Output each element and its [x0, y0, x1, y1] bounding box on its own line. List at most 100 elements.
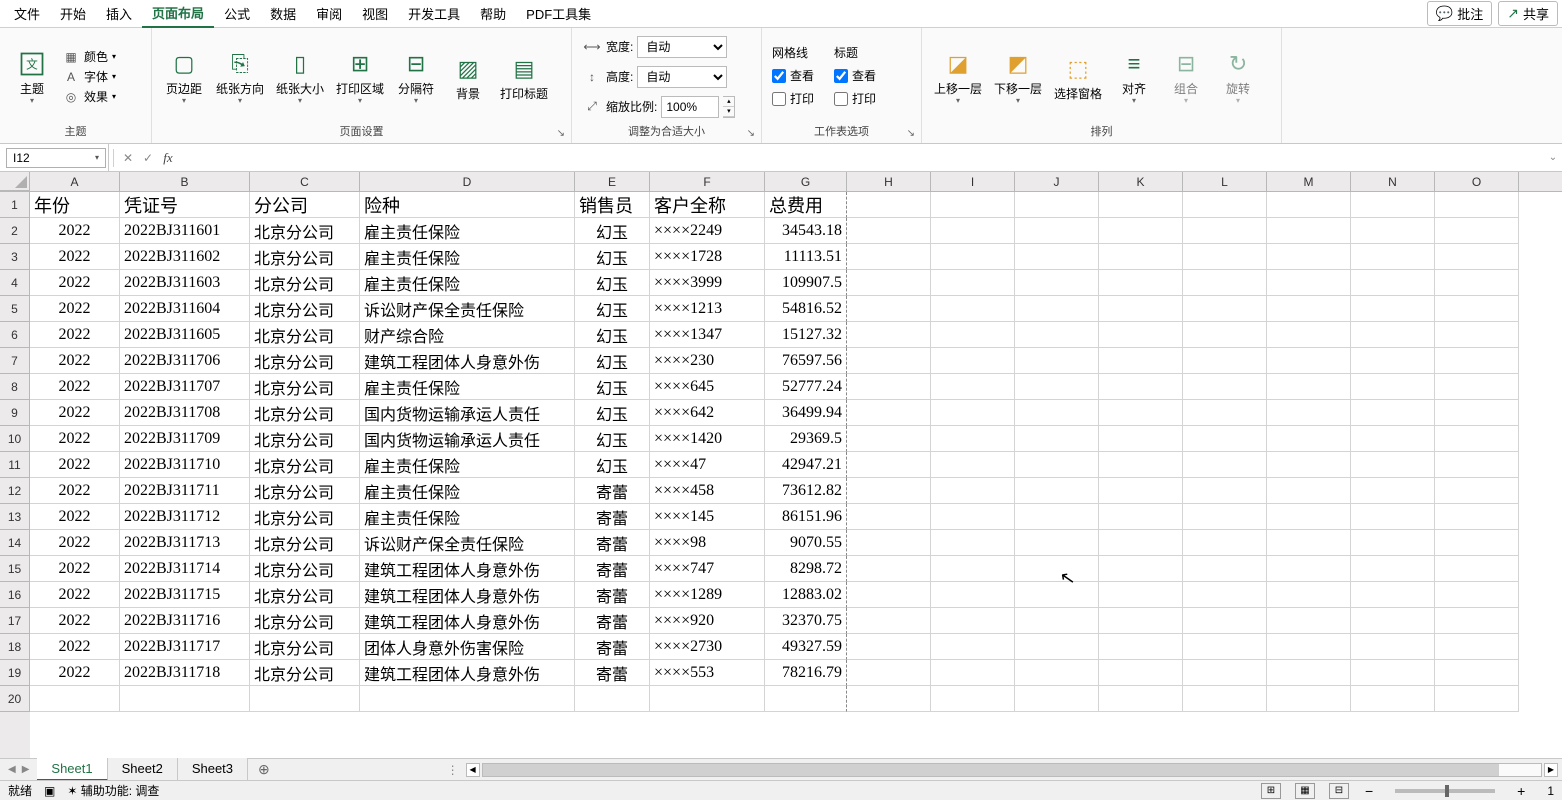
cell-A19[interactable]: 2022 — [30, 660, 120, 686]
sheet-tab-sheet2[interactable]: Sheet2 — [108, 758, 178, 781]
cell-D15[interactable]: 建筑工程团体人身意外伤 — [360, 556, 575, 582]
cell-N19[interactable] — [1351, 660, 1435, 686]
cell-N10[interactable] — [1351, 426, 1435, 452]
cell-H17[interactable] — [847, 608, 931, 634]
cell-B3[interactable]: 2022BJ311602 — [120, 244, 250, 270]
cell-M3[interactable] — [1267, 244, 1351, 270]
cell-K1[interactable] — [1099, 192, 1183, 218]
cell-L8[interactable] — [1183, 374, 1267, 400]
cell-K3[interactable] — [1099, 244, 1183, 270]
cell-O20[interactable] — [1435, 686, 1519, 712]
cell-N11[interactable] — [1351, 452, 1435, 478]
cell-C12[interactable]: 北京分公司 — [250, 478, 360, 504]
page-break-view-button[interactable]: ⊟ — [1329, 783, 1349, 799]
cell-G9[interactable]: 36499.94 — [765, 400, 847, 426]
column-header-D[interactable]: D — [360, 172, 575, 191]
cell-A10[interactable]: 2022 — [30, 426, 120, 452]
zoom-out-button[interactable]: − — [1361, 783, 1377, 799]
cell-D14[interactable]: 诉讼财产保全责任保险 — [360, 530, 575, 556]
cell-L7[interactable] — [1183, 348, 1267, 374]
menu-help[interactable]: 帮助 — [470, 0, 516, 27]
cell-D1[interactable]: 险种 — [360, 192, 575, 218]
column-header-E[interactable]: E — [575, 172, 650, 191]
cell-M20[interactable] — [1267, 686, 1351, 712]
cell-K7[interactable] — [1099, 348, 1183, 374]
cell-G16[interactable]: 12883.02 — [765, 582, 847, 608]
cell-D19[interactable]: 建筑工程团体人身意外伤 — [360, 660, 575, 686]
cell-H8[interactable] — [847, 374, 931, 400]
cell-F17[interactable]: ××××920 — [650, 608, 765, 634]
cell-G4[interactable]: 109907.5 — [765, 270, 847, 296]
print-titles-button[interactable]: ▤打印标题 — [494, 51, 554, 103]
cell-K17[interactable] — [1099, 608, 1183, 634]
cell-H9[interactable] — [847, 400, 931, 426]
fx-button[interactable]: fx — [158, 150, 178, 166]
column-header-F[interactable]: F — [650, 172, 765, 191]
cell-N2[interactable] — [1351, 218, 1435, 244]
cell-L10[interactable] — [1183, 426, 1267, 452]
cell-C11[interactable]: 北京分公司 — [250, 452, 360, 478]
cell-I5[interactable] — [931, 296, 1015, 322]
cell-C4[interactable]: 北京分公司 — [250, 270, 360, 296]
cell-E9[interactable]: 幻玉 — [575, 400, 650, 426]
cell-K9[interactable] — [1099, 400, 1183, 426]
cell-J19[interactable] — [1015, 660, 1099, 686]
cell-D3[interactable]: 雇主责任保险 — [360, 244, 575, 270]
cell-O15[interactable] — [1435, 556, 1519, 582]
row-header-12[interactable]: 12 — [0, 478, 30, 504]
cell-M18[interactable] — [1267, 634, 1351, 660]
cell-A15[interactable]: 2022 — [30, 556, 120, 582]
cell-I15[interactable] — [931, 556, 1015, 582]
cell-E1[interactable]: 销售员 — [575, 192, 650, 218]
row-header-6[interactable]: 6 — [0, 322, 30, 348]
cell-I20[interactable] — [931, 686, 1015, 712]
select-all-corner[interactable] — [0, 172, 30, 191]
cell-I12[interactable] — [931, 478, 1015, 504]
row-header-11[interactable]: 11 — [0, 452, 30, 478]
cell-M11[interactable] — [1267, 452, 1351, 478]
cell-G18[interactable]: 49327.59 — [765, 634, 847, 660]
cell-E6[interactable]: 幻玉 — [575, 322, 650, 348]
themes-button[interactable]: 文 主题▾ — [6, 46, 58, 107]
cell-D10[interactable]: 国内货物运输承运人责任 — [360, 426, 575, 452]
cell-C16[interactable]: 北京分公司 — [250, 582, 360, 608]
cell-F2[interactable]: ××××2249 — [650, 218, 765, 244]
cell-L3[interactable] — [1183, 244, 1267, 270]
cell-C7[interactable]: 北京分公司 — [250, 348, 360, 374]
cell-B6[interactable]: 2022BJ311605 — [120, 322, 250, 348]
cell-I13[interactable] — [931, 504, 1015, 530]
cell-K6[interactable] — [1099, 322, 1183, 348]
zoom-in-button[interactable]: + — [1513, 783, 1529, 799]
cell-G1[interactable]: 总费用 — [765, 192, 847, 218]
menu-formula[interactable]: 公式 — [214, 0, 260, 27]
cell-O2[interactable] — [1435, 218, 1519, 244]
cell-H3[interactable] — [847, 244, 931, 270]
cell-M15[interactable] — [1267, 556, 1351, 582]
cell-L6[interactable] — [1183, 322, 1267, 348]
column-header-J[interactable]: J — [1015, 172, 1099, 191]
row-header-17[interactable]: 17 — [0, 608, 30, 634]
cell-O3[interactable] — [1435, 244, 1519, 270]
cell-M19[interactable] — [1267, 660, 1351, 686]
row-header-5[interactable]: 5 — [0, 296, 30, 322]
cell-L5[interactable] — [1183, 296, 1267, 322]
cell-H2[interactable] — [847, 218, 931, 244]
row-header-19[interactable]: 19 — [0, 660, 30, 686]
cell-N1[interactable] — [1351, 192, 1435, 218]
cell-L17[interactable] — [1183, 608, 1267, 634]
cell-C17[interactable]: 北京分公司 — [250, 608, 360, 634]
cell-M2[interactable] — [1267, 218, 1351, 244]
accept-formula-button[interactable]: ✓ — [138, 151, 158, 165]
cell-H7[interactable] — [847, 348, 931, 374]
cell-M9[interactable] — [1267, 400, 1351, 426]
cell-A20[interactable] — [30, 686, 120, 712]
cell-F3[interactable]: ××××1728 — [650, 244, 765, 270]
cell-H20[interactable] — [847, 686, 931, 712]
cell-O18[interactable] — [1435, 634, 1519, 660]
gridlines-view-check[interactable]: 查看 — [772, 65, 814, 86]
cell-C15[interactable]: 北京分公司 — [250, 556, 360, 582]
cell-C13[interactable]: 北京分公司 — [250, 504, 360, 530]
cell-O9[interactable] — [1435, 400, 1519, 426]
sheet-tab-sheet1[interactable]: Sheet1 — [37, 758, 107, 781]
cell-N14[interactable] — [1351, 530, 1435, 556]
